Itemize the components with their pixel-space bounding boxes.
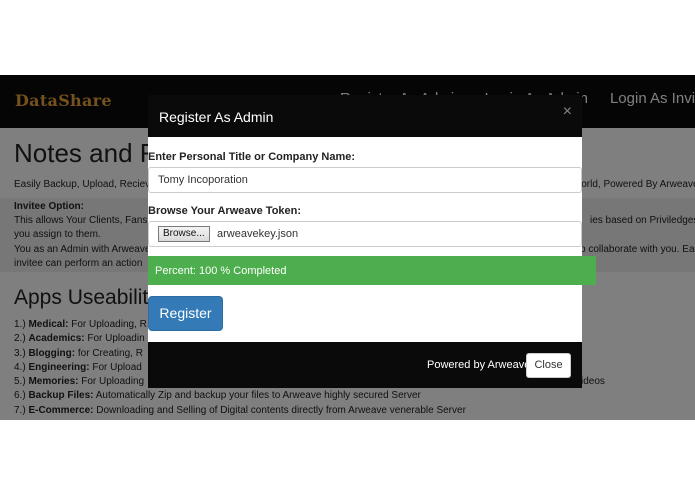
modal-title: Register As Admin xyxy=(159,109,274,125)
modal-footer: Powered by Arweave Close xyxy=(148,342,582,388)
modal-body: Enter Personal Title or Company Name: To… xyxy=(148,137,596,342)
selected-file-name: arweavekey.json xyxy=(217,228,299,240)
powered-by-text: Powered by Arweave xyxy=(427,359,531,371)
top-whitespace xyxy=(0,0,695,75)
register-button[interactable]: Register xyxy=(148,296,223,331)
close-icon[interactable]: × xyxy=(563,103,572,121)
token-label: Browse Your Arweave Token: xyxy=(148,205,302,217)
token-file-input[interactable]: Browse... arweavekey.json xyxy=(148,221,582,247)
bottom-whitespace xyxy=(0,420,695,494)
browse-button[interactable]: Browse... xyxy=(158,226,210,242)
company-name-input[interactable]: Tomy Incoporation xyxy=(148,167,582,193)
register-admin-modal: Register As Admin × Enter Personal Title… xyxy=(148,95,596,388)
company-name-value: Tomy Incoporation xyxy=(158,174,248,186)
modal-header: Register As Admin × xyxy=(148,95,582,137)
upload-progress-bar: Percent: 100 % Completed xyxy=(148,256,596,285)
close-button[interactable]: Close xyxy=(526,353,571,378)
name-label: Enter Personal Title or Company Name: xyxy=(148,151,356,163)
progress-text: Percent: 100 % Completed xyxy=(155,265,287,277)
